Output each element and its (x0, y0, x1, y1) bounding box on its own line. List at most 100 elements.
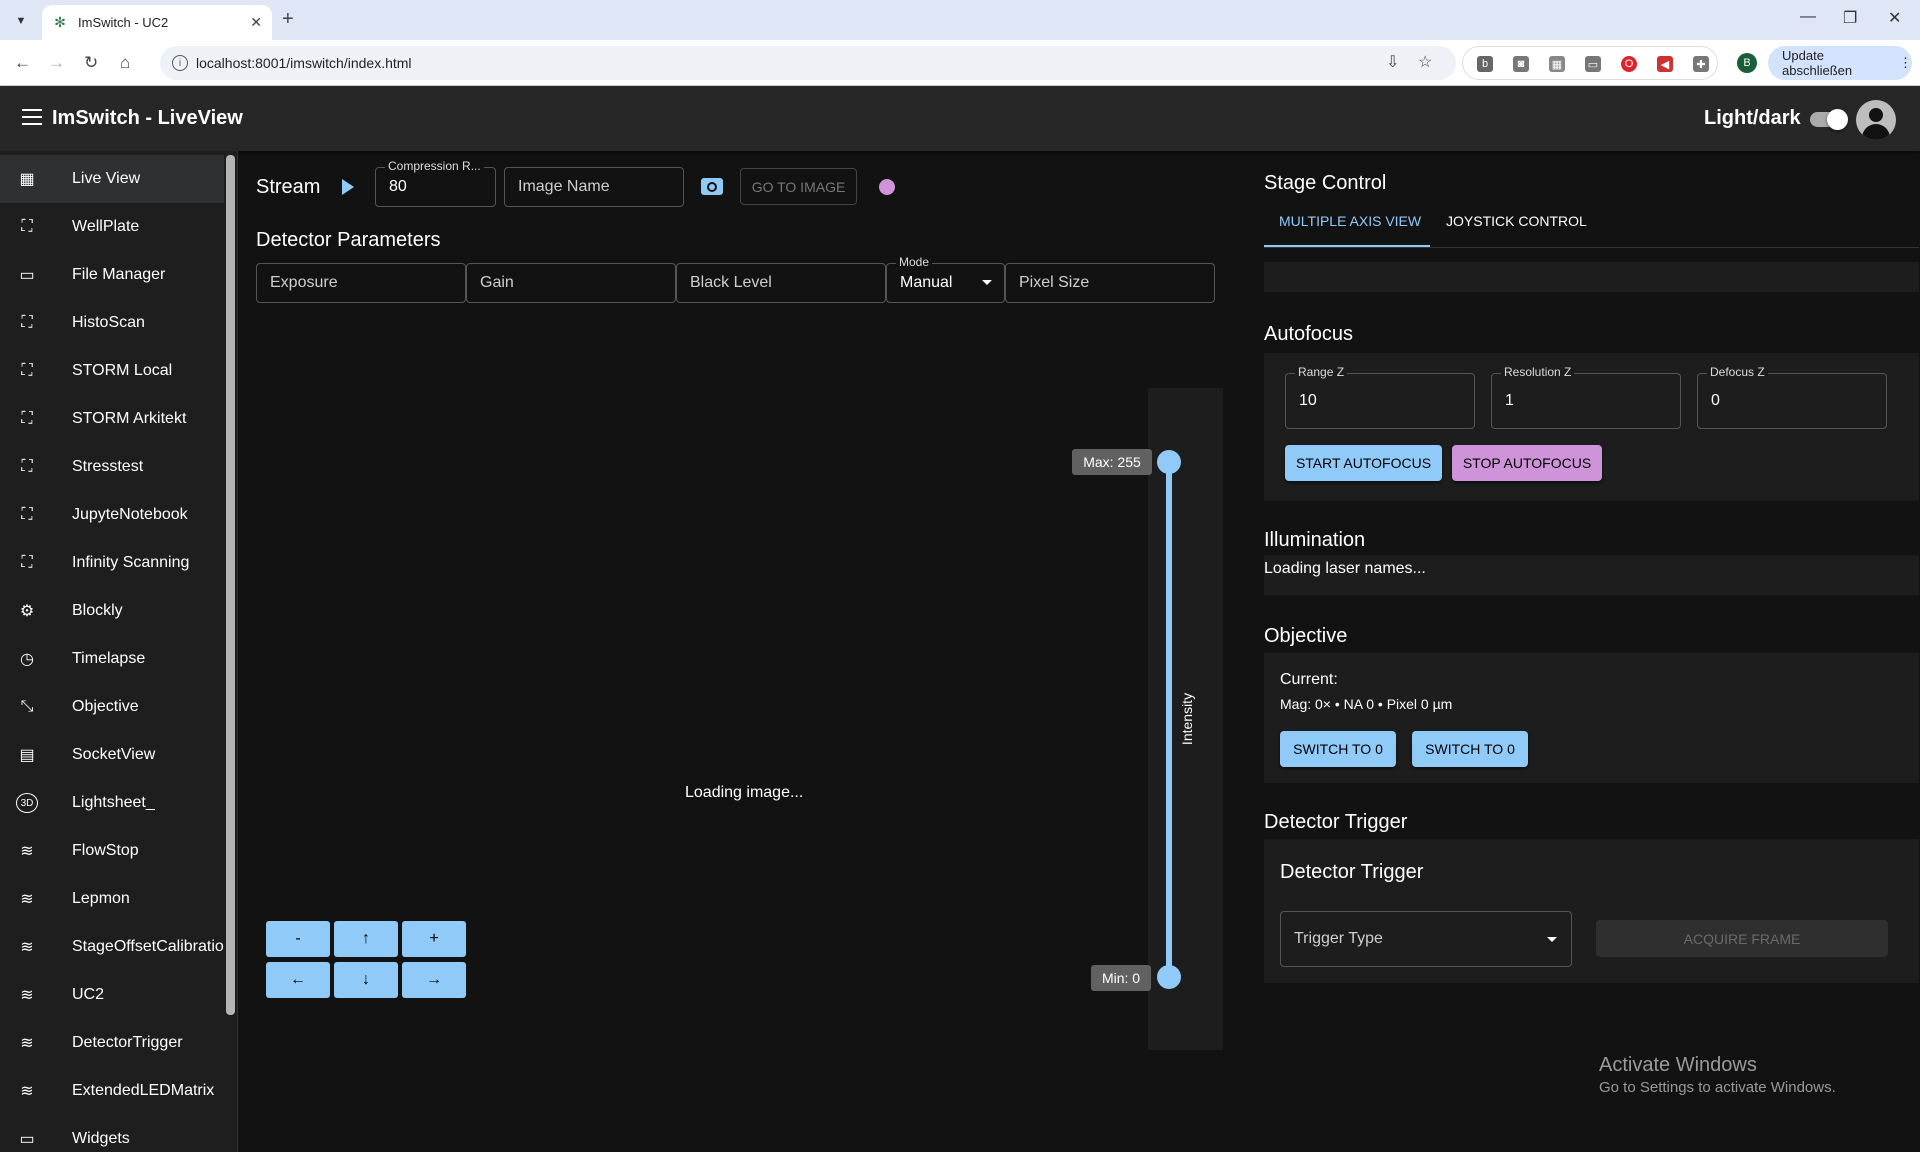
autofocus-title: Autofocus (1264, 323, 1353, 345)
site-info-icon[interactable]: i (172, 55, 188, 71)
sidebar-item-uc2[interactable]: ≋ UC2 (0, 971, 224, 1019)
air-icon: ≋ (20, 1035, 34, 1052)
new-tab-plus-icon[interactable]: + (282, 8, 294, 31)
tab-joystick-control[interactable]: JOYSTICK CONTROL (1446, 213, 1587, 229)
more-vert-icon[interactable]: ⋮ (1899, 55, 1912, 71)
extension-3-icon[interactable]: ▦ (1549, 56, 1565, 72)
sidebar: ▦ Live View ⛶ WellPlate ▭ File Manager ⛶ HistoS… (0, 151, 238, 1152)
move-down-button[interactable]: ↓ (334, 962, 398, 998)
intensity-min-thumb[interactable] (1157, 965, 1181, 989)
acquire-frame-button[interactable]: ACQUIRE FRAME (1596, 920, 1888, 957)
reload-icon[interactable]: ↻ (84, 53, 98, 73)
resolution-z-value: 1 (1505, 392, 1514, 409)
sidebar-item-storm-local[interactable]: ⛶ STORM Local (0, 347, 224, 395)
detector-trigger-panel: Detector Trigger Trigger Type ACQUIRE FR… (1264, 839, 1919, 983)
sidebar-item-extendedledmatrix[interactable]: ≋ ExtendedLEDMatrix (0, 1067, 224, 1115)
trigger-type-select[interactable]: Trigger Type (1280, 911, 1572, 967)
sidebar-item-label: Objective (72, 698, 139, 715)
browser-tab-strip: ▼ ✻ ImSwitch - UC2 ✕ + — ❐ ✕ (0, 0, 1920, 40)
profile-avatar[interactable]: B (1737, 53, 1757, 73)
restore-icon[interactable]: ❐ (1843, 8, 1857, 28)
sidebar-item-timelapse[interactable]: ◷ Timelapse (0, 635, 224, 683)
stop-autofocus-button[interactable]: STOP AUTOFOCUS (1452, 445, 1602, 481)
extension-4-icon[interactable]: ▭ (1585, 56, 1601, 72)
pixel-size-input[interactable]: Pixel Size (1005, 263, 1215, 303)
intensity-slider-track[interactable] (1166, 462, 1172, 981)
illumination-panel: Loading laser names... (1264, 555, 1919, 595)
megaphone-extension-icon[interactable]: ◀ (1657, 56, 1673, 72)
sidebar-item-file-manager[interactable]: ▭ File Manager (0, 251, 224, 299)
play-icon[interactable] (342, 179, 354, 195)
browser-tab[interactable]: ✻ ImSwitch - UC2 ✕ (42, 5, 272, 40)
sidebar-item-jupytenotebook[interactable]: ⛶ JupyteNotebook (0, 491, 224, 539)
image-name-input[interactable]: Image Name (504, 167, 684, 207)
sidebar-item-socketview[interactable]: ▤ SocketView (0, 731, 224, 779)
user-avatar[interactable] (1856, 100, 1896, 140)
resolution-z-input[interactable]: Resolution Z 1 (1491, 365, 1681, 429)
update-label: Update abschließen (1782, 48, 1853, 78)
intensity-max-thumb[interactable] (1157, 450, 1181, 474)
frame-icon: ⛶ (21, 218, 33, 235)
sidebar-item-flowstop[interactable]: ≋ FlowStop (0, 827, 224, 875)
control-panel: Stage Control MULTIPLE AXIS VIEW JOYSTIC… (1243, 151, 1920, 1152)
sidebar-item-objective[interactable]: ⤡ Objective (0, 683, 224, 731)
switch-objective-2-button[interactable]: SWITCH TO 0 (1412, 731, 1528, 767)
sidebar-item-label: Timelapse (72, 650, 146, 667)
gain-input[interactable]: Gain (466, 263, 676, 303)
menu-icon[interactable] (22, 109, 42, 125)
puzzle-extensions-icon[interactable]: ✚ (1693, 56, 1709, 72)
tab-close-icon[interactable]: ✕ (250, 14, 262, 31)
theme-toggle[interactable] (1810, 109, 1848, 130)
compression-rate-input[interactable]: Compression R... 80 (375, 159, 496, 207)
camera-icon[interactable] (701, 178, 723, 195)
install-app-icon[interactable]: ⇩ (1386, 52, 1399, 72)
move-right-button[interactable]: → (402, 962, 466, 998)
compression-rate-value: 80 (389, 178, 407, 195)
app-bar: ImSwitch - LiveView Light/dark (0, 86, 1920, 151)
sidebar-item-stresstest[interactable]: ⛶ Stresstest (0, 443, 224, 491)
black-level-input[interactable]: Black Level (676, 263, 886, 303)
sidebar-item-detectortrigger[interactable]: ≋ DetectorTrigger (0, 1019, 224, 1067)
toggle-knob (1827, 109, 1848, 130)
sidebar-item-storm-arkitekt[interactable]: ⛶ STORM Arkitekt (0, 395, 224, 443)
sidebar-item-infinity-scanning[interactable]: ⛶ Infinity Scanning (0, 539, 224, 587)
minimize-icon[interactable]: — (1800, 8, 1816, 26)
tab-search-chevron-icon[interactable]: ▼ (10, 10, 32, 32)
sidebar-item-histoscan[interactable]: ⛶ HistoScan (0, 299, 224, 347)
address-bar[interactable]: i localhost:8001/imswitch/index.html (160, 46, 1456, 80)
move-up-button[interactable]: ↑ (334, 921, 398, 957)
intensity-min-label: Min: 0 (1091, 965, 1151, 991)
camera-extension-icon[interactable]: ◙ (1513, 56, 1529, 72)
air-icon: ≋ (20, 891, 34, 908)
range-z-input[interactable]: Range Z 10 (1285, 365, 1475, 429)
tab-multiple-axis-view[interactable]: MULTIPLE AXIS VIEW (1279, 213, 1421, 229)
opera-extension-icon[interactable]: O (1621, 56, 1637, 72)
sidebar-item-label: Widgets (72, 1130, 130, 1147)
mode-value: Manual (900, 274, 953, 291)
back-arrow-icon[interactable]: ← (14, 53, 31, 73)
clock-icon: ◷ (20, 651, 34, 668)
start-autofocus-button[interactable]: START AUTOFOCUS (1285, 445, 1442, 481)
z-plus-button[interactable]: + (402, 921, 466, 957)
sidebar-scrollbar[interactable] (226, 155, 235, 1015)
exposure-input[interactable]: Exposure (256, 263, 466, 303)
sidebar-item-lightsheet[interactable]: 3D Lightsheet_ (0, 779, 224, 827)
defocus-z-input[interactable]: Defocus Z 0 (1697, 365, 1887, 429)
sidebar-item-widgets[interactable]: ▭ Widgets (0, 1115, 224, 1152)
window-close-icon[interactable]: ✕ (1888, 8, 1901, 28)
home-icon[interactable]: ⌂ (120, 53, 130, 73)
sidebar-item-stageoffsetcalibratio[interactable]: ≋ StageOffsetCalibratio (0, 923, 224, 971)
mode-select[interactable]: Mode Manual (886, 255, 1005, 303)
forward-arrow-icon[interactable]: → (48, 53, 65, 73)
bookmark-star-icon[interactable]: ☆ (1418, 52, 1432, 72)
update-button[interactable]: Update abschließen ⋮ (1768, 46, 1912, 80)
switch-objective-1-button[interactable]: SWITCH TO 0 (1280, 731, 1396, 767)
sidebar-item-lepmon[interactable]: ≋ Lepmon (0, 875, 224, 923)
sidebar-item-wellplate[interactable]: ⛶ WellPlate (0, 203, 224, 251)
extension-1-icon[interactable]: b (1477, 56, 1493, 72)
move-left-button[interactable]: ← (266, 962, 330, 998)
sidebar-item-live-view[interactable]: ▦ Live View (0, 155, 224, 203)
z-minus-button[interactable]: - (266, 921, 330, 957)
go-to-image-button[interactable]: GO TO IMAGE (740, 168, 857, 205)
sidebar-item-blockly[interactable]: ⚙ Blockly (0, 587, 224, 635)
